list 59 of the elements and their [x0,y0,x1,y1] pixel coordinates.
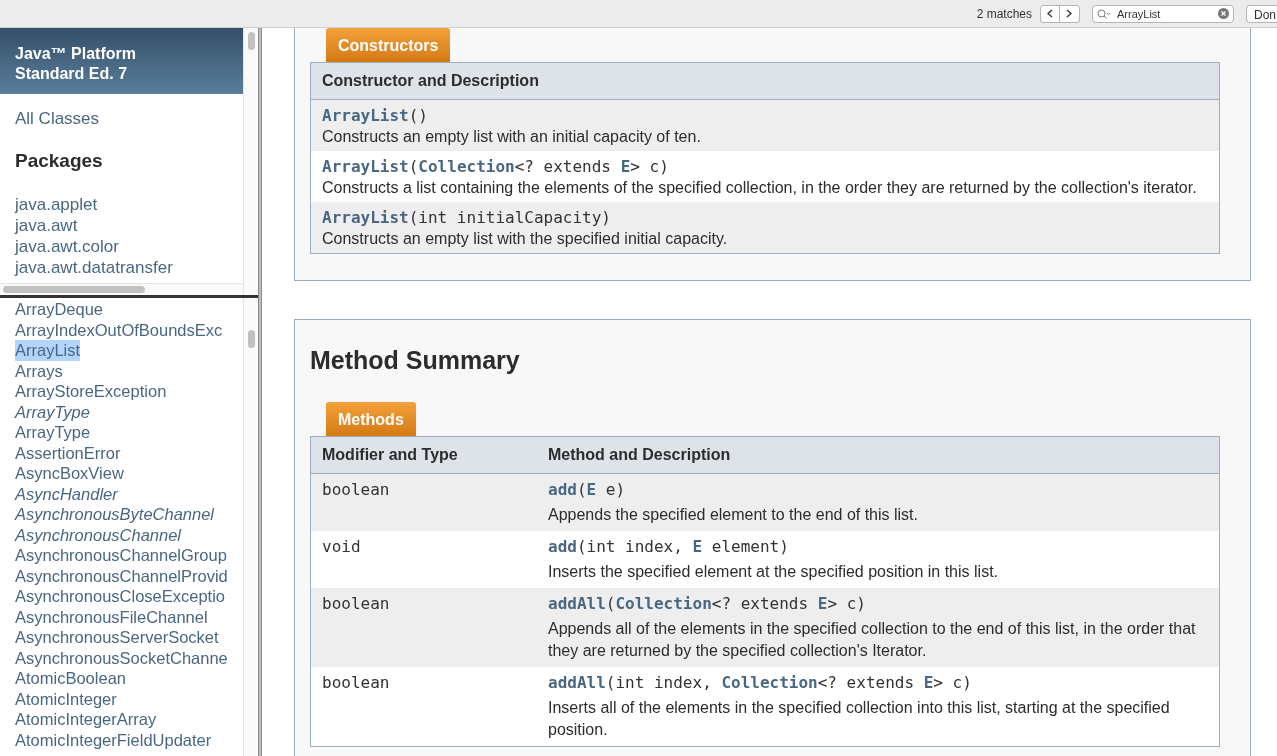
column-header: Constructor and Description [311,63,1219,100]
class-link[interactable]: ArrayDeque [15,299,104,320]
package-link[interactable]: java.awt.color [15,235,119,257]
constructor-signature: ArrayList() [322,105,429,127]
match-count: 2 matches [976,5,1032,23]
method-description: Inserts all of the elements in the specified collection into this list, starting at the specified position. [548,697,1171,740]
class-link[interactable]: ArrayType [15,401,90,422]
class-link[interactable]: AsynchronousCloseExceptio [15,586,226,607]
class-link[interactable]: ArrayList [15,340,81,361]
class-link[interactable]: AsynchronousChannel [15,524,182,545]
section-heading: Method Summary [310,345,521,376]
search-field[interactable]: ArrayList [1092,4,1234,23]
class-link[interactable]: AsynchronousChannelGroup [15,545,227,566]
constructor-description: Constructs an empty list with an initial capacity of ten. [322,127,702,147]
class-link[interactable]: AssertionError [15,442,121,463]
class-link[interactable]: AtomicIntegerArray [15,709,157,730]
class-link[interactable]: ArrayStoreException [15,381,167,402]
class-link[interactable]: Arrays [15,360,63,381]
method-description: Inserts the specified element at the specified position in this list. [548,561,999,582]
return-type: void [321,535,362,558]
method-signature: add(int index, E element) [548,535,790,558]
class-link[interactable]: ArrayIndexOutOfBoundsExc [15,319,223,340]
banner-title: Standard Ed. 7 [15,64,129,84]
method-signature: add(E e) [548,478,627,501]
class-link[interactable]: AsynchronousFileChannel [15,606,208,627]
method-description: Appends the specified element to the end of this list. [548,504,919,525]
class-link[interactable]: AsynchronousSocketChanne [15,647,228,668]
package-link[interactable]: java.applet [15,193,98,215]
column-header: Modifier and Type [321,444,459,465]
banner-title: Java™ Platform [15,44,137,64]
return-type: boolean [321,671,391,694]
class-link[interactable]: AsynchronousServerSocket [15,627,219,648]
column-header: Method and Description [547,444,732,465]
class-link[interactable]: AtomicBoolean [15,668,126,689]
class-link[interactable]: AsynchronousChannelProvid [15,565,228,586]
method-signature: addAll(int index, Collection<? extends E> c) [548,671,973,694]
search-icon [1097,8,1111,19]
class-link[interactable]: AtomicIntegerFieldUpdater [15,729,212,750]
class-link[interactable]: AsynchronousByteChannel [15,504,215,525]
clear-icon[interactable] [1218,8,1229,19]
all-classes-link[interactable]: All Classes [15,109,100,129]
packages-heading: Packages [15,149,104,173]
chevron-right-icon [1066,9,1073,18]
constructor-signature: ArrayList(Collection<? extends E> c) [322,156,670,178]
class-link[interactable]: ArrayType [15,422,91,443]
return-type: boolean [321,478,391,501]
done-button[interactable]: Don [1246,4,1277,23]
constructor-description: Constructs a list containing the elements of the specified collection, in the order they are returned by the collection's iterator. [322,178,1198,198]
constructor-description: Constructs an empty list with the specified initial capacity. [322,229,729,249]
constructor-signature: ArrayList(int initialCapacity) [322,207,612,229]
return-type: boolean [321,592,391,615]
class-link[interactable]: AsyncBoxView [15,463,124,484]
package-link[interactable]: java.awt.datatransfer [15,256,173,278]
method-description: Appends all of the elements in the specified collection to the end of this list, in the order that they are returned by the specified collection's Iterator. [548,618,1197,661]
class-link[interactable]: AsyncHandler [15,483,118,504]
chevron-left-icon [1047,9,1053,18]
class-link[interactable]: AtomicInteger [15,688,117,709]
method-signature: addAll(Collection<? extends E> c) [548,592,867,615]
package-link[interactable]: java.awt [15,214,78,236]
